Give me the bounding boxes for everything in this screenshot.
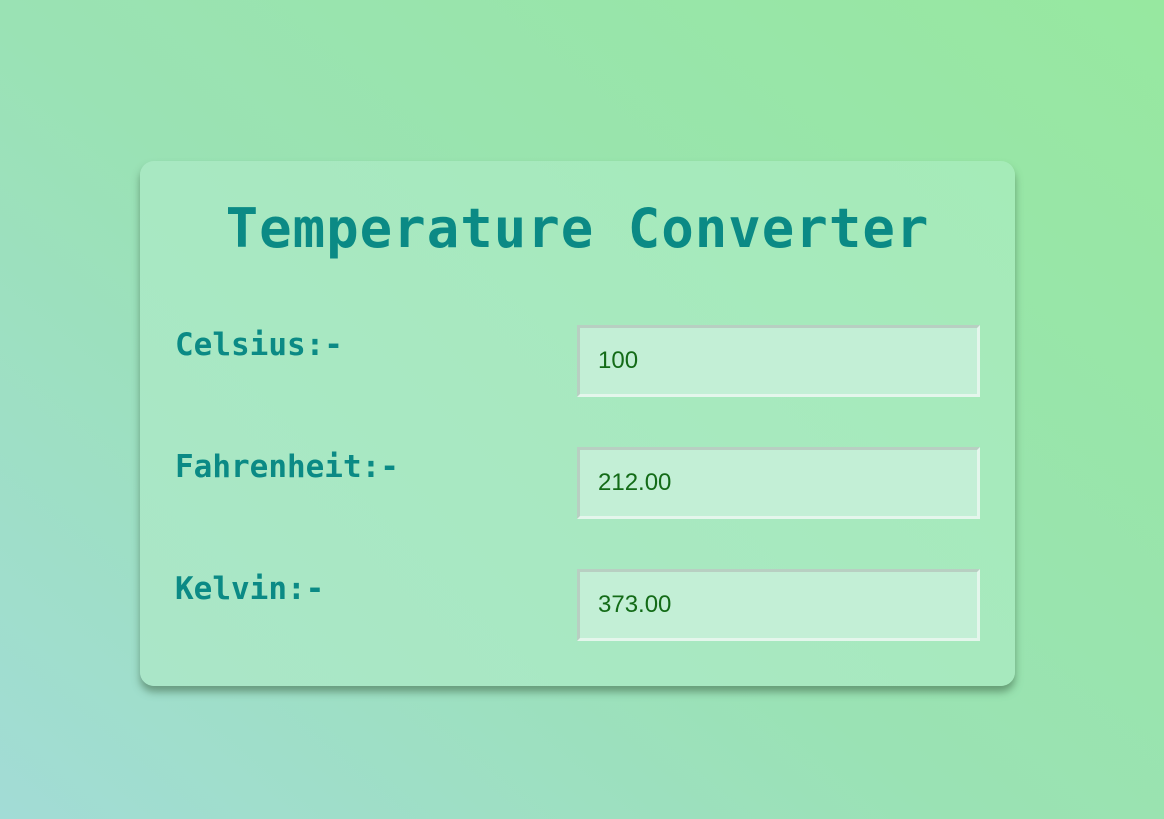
celsius-label: Celsius:- [175, 327, 343, 363]
page-title: Temperature Converter [225, 197, 930, 260]
fahrenheit-label: Fahrenheit:- [175, 449, 399, 485]
fahrenheit-input[interactable] [577, 447, 980, 519]
converter-card: Temperature Converter Celsius:- Fahrenhe… [140, 161, 1015, 686]
celsius-input[interactable] [577, 325, 980, 397]
kelvin-input[interactable] [577, 569, 980, 641]
kelvin-label: Kelvin:- [175, 571, 325, 607]
fahrenheit-row: Fahrenheit:- [140, 447, 1015, 519]
celsius-row: Celsius:- [140, 325, 1015, 397]
kelvin-row: Kelvin:- [140, 569, 1015, 641]
